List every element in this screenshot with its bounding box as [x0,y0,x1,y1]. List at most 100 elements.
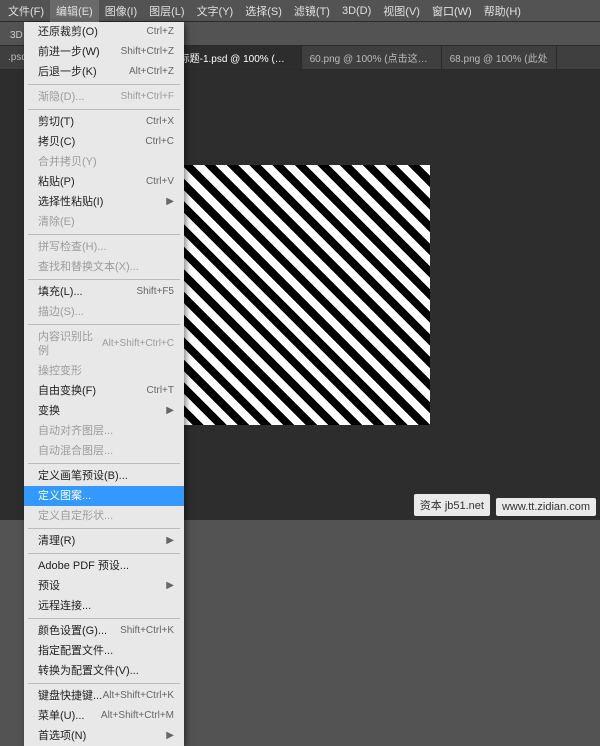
menu-item[interactable]: 菜单(U)... Alt+Shift+Ctrl+M [24,706,184,726]
menu-item-label: 自动对齐图层... [38,424,113,438]
menu-item[interactable]: 选择性粘贴(I) ▶ [24,192,184,212]
menu-item: 清除(E) [24,212,184,232]
menu-item-label: 菜单(U)... [38,709,84,723]
menu-item[interactable]: 变换▶ [24,401,184,421]
menu-8[interactable]: 视图(V) [377,0,426,22]
menu-item-label: 清除(E) [38,215,75,229]
menu-item-label: 粘贴(P) [38,175,75,189]
menu-item-label: 键盘快捷键... [38,689,102,703]
menu-item-shortcut: Shift+F5 [136,285,174,299]
menu-5[interactable]: 选择(S) [239,0,288,22]
menu-item-label: 后退一步(K) [38,65,97,79]
menu-item-label: 拷贝(C) [38,135,75,149]
menu-item-label: 填充(L)... [38,285,83,299]
menu-item[interactable]: 剪切(T) Ctrl+X [24,112,184,132]
menu-item-label: 选择性粘贴(I) [38,195,103,209]
menu-2[interactable]: 图像(I) [99,0,143,22]
menu-item[interactable]: 键盘快捷键...Alt+Shift+Ctrl+K [24,686,184,706]
menu-item[interactable]: 前进一步(W)Shift+Ctrl+Z [24,42,184,62]
menu-item[interactable]: 定义画笔预设(B)... [24,466,184,486]
menu-item: 内容识别比例Alt+Shift+Ctrl+C [24,327,184,361]
menu-separator [28,279,180,280]
menu-separator [28,683,180,684]
menu-item-label: 描边(S)... [38,305,84,319]
menu-item: 拼写检查(H)... [24,237,184,257]
menu-item-label: 剪切(T) [38,115,74,129]
doc-tab-4[interactable]: 68.png @ 100% (此处 [442,46,557,69]
menu-item: 查找和替换文本(X)... [24,257,184,277]
menu-item[interactable]: 首选项(N) ▶ [24,726,184,746]
menu-item-shortcut: Ctrl+C [145,135,174,149]
menu-item-shortcut: Alt+Shift+Ctrl+K [103,689,174,703]
menu-separator [28,618,180,619]
chevron-right-icon: ▶ [166,579,174,593]
menu-item[interactable]: 清理(R)▶ [24,531,184,551]
menu-item-shortcut: Alt+Ctrl+Z [129,65,174,79]
menu-item-label: 颜色设置(G)... [38,624,107,638]
menu-item-shortcut: Alt+Shift+Ctrl+C [102,337,174,351]
menu-item[interactable]: 自由变换(F)Ctrl+T [24,381,184,401]
menu-item[interactable]: 指定配置文件... [24,641,184,661]
menu-item-label: 远程连接... [38,599,91,613]
menu-separator [28,553,180,554]
menu-9[interactable]: 窗口(W) [426,0,478,22]
menu-item-label: 合并拷贝(Y) [38,155,97,169]
chevron-right-icon: ▶ [166,729,174,743]
menu-item[interactable]: 转换为配置文件(V)... [24,661,184,681]
menu-item-shortcut: Ctrl+T [147,384,175,398]
menu-1[interactable]: 编辑(E) [50,0,99,22]
menu-item[interactable]: 定义图案... [24,486,184,506]
menu-item[interactable]: Adobe PDF 预设... [24,556,184,576]
edit-menu-dropdown: 还原裁剪(O) Ctrl+Z 前进一步(W)Shift+Ctrl+Z 后退一步(K) A… [24,22,184,746]
menu-item-shortcut: Shift+Ctrl+F [121,90,174,104]
menu-item-shortcut: Shift+Ctrl+K [120,624,174,638]
menu-separator [28,528,180,529]
menu-item-label: 变换 [38,404,60,418]
menu-item-shortcut: Alt+Shift+Ctrl+M [101,709,174,723]
menu-item-label: 内容识别比例 [38,330,102,358]
menu-item[interactable]: 拷贝(C) Ctrl+C [24,132,184,152]
menu-item[interactable]: 预设 ▶ [24,576,184,596]
menu-item-shortcut: Ctrl+V [146,175,174,189]
menu-0[interactable]: 文件(F) [2,0,50,22]
menu-item[interactable]: 还原裁剪(O) Ctrl+Z [24,22,184,42]
doc-tab-3[interactable]: 60.png @ 100% (点击这个... [302,46,442,69]
menu-4[interactable]: 文字(Y) [191,0,240,22]
menu-item-label: 拼写检查(H)... [38,240,106,254]
menu-item-label: 转换为配置文件(V)... [38,664,139,678]
menu-item-label: 自动混合图层... [38,444,113,458]
menu-item: 描边(S)... [24,302,184,322]
menu-item[interactable]: 颜色设置(G)... Shift+Ctrl+K [24,621,184,641]
menu-10[interactable]: 帮助(H) [478,0,527,22]
menu-item-label: 预设 [38,579,60,593]
chevron-right-icon: ▶ [166,195,174,209]
menu-item: 自动混合图层... [24,441,184,461]
menu-separator [28,234,180,235]
menu-item: 定义自定形状... [24,506,184,526]
menu-7[interactable]: 3D(D) [336,2,377,20]
menu-item-shortcut: Ctrl+Z [147,25,175,39]
menu-item: 渐隐(D)... Shift+Ctrl+F [24,87,184,107]
menu-item-label: 渐隐(D)... [38,90,84,104]
menu-item[interactable]: 粘贴(P) Ctrl+V [24,172,184,192]
menubar: 文件(F)编辑(E)图像(I)图层(L)文字(Y)选择(S)滤镜(T)3D(D)… [0,0,600,22]
menu-item[interactable]: 填充(L)... Shift+F5 [24,282,184,302]
menu-separator [28,324,180,325]
menu-item-label: 还原裁剪(O) [38,25,98,39]
menu-item-label: 指定配置文件... [38,644,113,658]
menu-item-label: 前进一步(W) [38,45,100,59]
menu-item-shortcut: Ctrl+X [146,115,174,129]
menu-6[interactable]: 滤镜(T) [288,0,336,22]
menu-item: 合并拷贝(Y) [24,152,184,172]
menu-3[interactable]: 图层(L) [143,0,190,22]
menu-item-label: 首选项(N) [38,729,86,743]
document-canvas[interactable] [170,165,430,425]
menu-item[interactable]: 远程连接... [24,596,184,616]
menu-item: 自动对齐图层... [24,421,184,441]
chevron-right-icon: ▶ [166,534,174,548]
watermark-text-1: 资本 jb51.net [414,494,490,516]
menu-separator [28,84,180,85]
menu-separator [28,463,180,464]
menu-item: 操控变形 [24,361,184,381]
menu-item[interactable]: 后退一步(K) Alt+Ctrl+Z [24,62,184,82]
